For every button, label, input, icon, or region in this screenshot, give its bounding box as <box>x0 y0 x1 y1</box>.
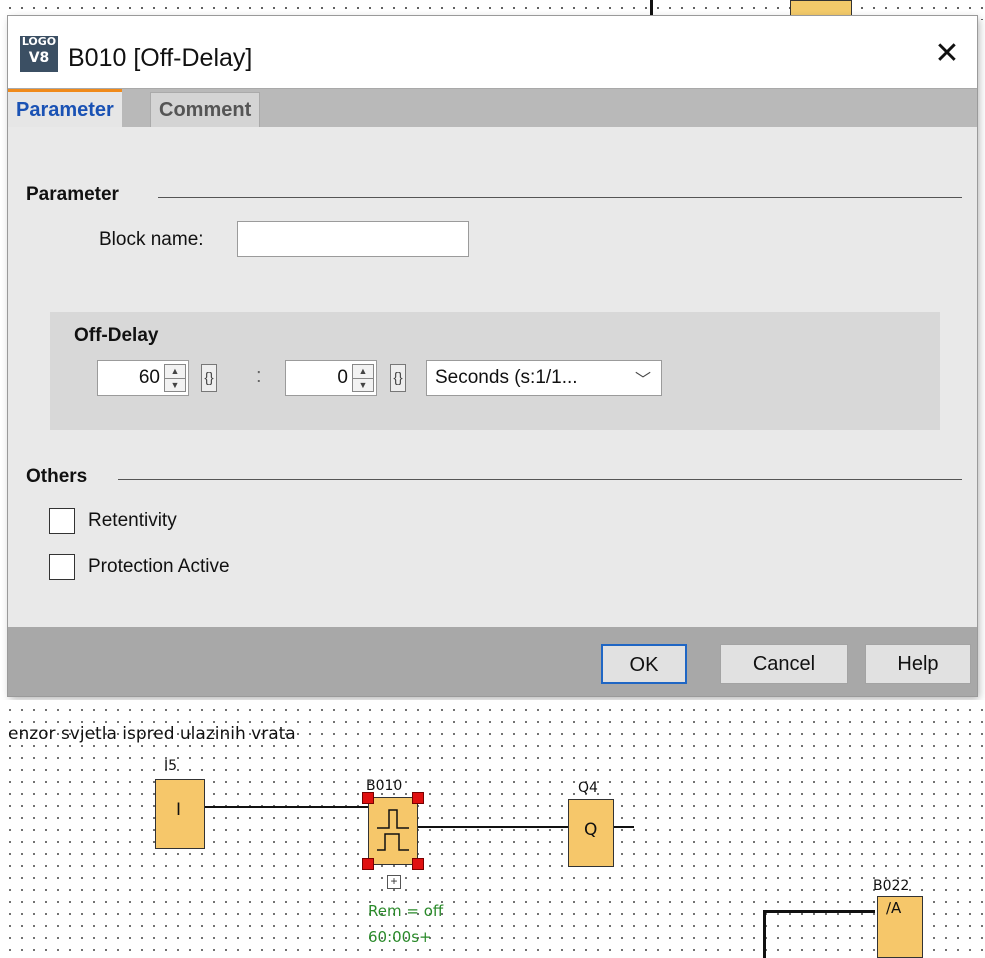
dialog-title: B010 [Off-Delay] <box>68 44 253 72</box>
output-block-q4[interactable]: Q <box>568 799 614 867</box>
input-block-label: I5 <box>164 758 178 774</box>
selection-handle[interactable] <box>412 858 424 870</box>
off-delay-dialog: LOGO V8 B010 [Off-Delay] ✕ Parameter Com… <box>8 16 977 696</box>
help-button[interactable]: Help <box>865 644 971 684</box>
selection-handle[interactable] <box>362 792 374 804</box>
off-delay-label: Off-Delay <box>74 325 159 346</box>
chevron-down-icon: ﹀ <box>634 372 651 389</box>
delay-time-note: 60:00s+ <box>368 928 432 946</box>
off-delay-group: Off-Delay 60 ▲ ▼ {} : 0 ▲ ▼ {} Seconds (… <box>50 312 940 430</box>
selection-handle[interactable] <box>362 858 374 870</box>
parameter-ref-button-1[interactable]: {} <box>201 364 217 392</box>
others-group-label: Others <box>26 466 88 487</box>
expand-icon[interactable]: + <box>387 875 401 889</box>
button-bar: OK Cancel Help <box>8 627 977 696</box>
parameter-group-label: Parameter <box>26 184 119 205</box>
off-delay-symbol-icon <box>377 809 409 851</box>
parameter-ref-button-2[interactable]: {} <box>390 364 406 392</box>
wire <box>763 910 766 958</box>
diagram-comment[interactable]: enzor svjetla ispred ulazinih vrata <box>8 724 296 744</box>
spin-down-icon[interactable]: ▼ <box>165 379 185 392</box>
time-unit-select[interactable]: Seconds (s:1/1... ﹀ <box>426 360 662 396</box>
block-name-input[interactable] <box>237 221 469 257</box>
delay-value-stepper-2[interactable]: 0 ▲ ▼ <box>285 360 377 396</box>
spin-arrows[interactable]: ▲ ▼ <box>352 364 374 392</box>
retentivity-label: Retentivity <box>88 510 177 531</box>
block-b022[interactable]: ∕A <box>877 896 923 958</box>
ok-button[interactable]: OK <box>601 644 687 684</box>
logo-app-icon: LOGO V8 <box>20 36 58 72</box>
protection-active-label: Protection Active <box>88 556 230 577</box>
delay-value-2: 0 <box>337 367 348 388</box>
spin-down-icon[interactable]: ▼ <box>353 379 373 392</box>
divider <box>158 197 962 198</box>
retentivity-checkbox[interactable] <box>49 508 75 534</box>
tab-bar: Parameter Comment <box>8 88 977 128</box>
retentivity-note: Rem = off <box>368 902 444 920</box>
divider <box>118 479 962 480</box>
close-icon[interactable]: ✕ <box>927 34 967 74</box>
spin-arrows[interactable]: ▲ ▼ <box>164 364 186 392</box>
block-name-label: Block name: <box>99 229 204 250</box>
spin-up-icon[interactable]: ▲ <box>165 365 185 379</box>
wire <box>763 910 875 913</box>
spin-up-icon[interactable]: ▲ <box>353 365 373 379</box>
protection-active-checkbox[interactable] <box>49 554 75 580</box>
tab-parameter[interactable]: Parameter <box>8 89 122 128</box>
delay-value-1: 60 <box>138 367 160 388</box>
selection-handle[interactable] <box>412 792 424 804</box>
off-delay-block-b010[interactable] <box>368 797 418 865</box>
time-unit-value: Seconds (s:1/1... <box>435 367 578 388</box>
tab-comment[interactable]: Comment <box>150 92 261 128</box>
wire <box>418 826 568 828</box>
wire <box>614 826 634 828</box>
input-block-i5[interactable]: I <box>155 779 205 849</box>
cancel-button[interactable]: Cancel <box>720 644 848 684</box>
wire <box>205 806 370 808</box>
delay-value-stepper-1[interactable]: 60 ▲ ▼ <box>97 360 189 396</box>
output-block-label: Q4 <box>578 780 598 796</box>
other-block-label: B022 <box>873 878 910 894</box>
circuit-diagram[interactable]: enzor svjetla ispred ulazinih vrata I5 I… <box>0 700 985 958</box>
title-bar: LOGO V8 B010 [Off-Delay] ✕ <box>8 16 977 86</box>
time-colon: : <box>256 365 262 387</box>
parameter-panel: Parameter Block name: Off-Delay 60 ▲ ▼ {… <box>8 127 977 627</box>
